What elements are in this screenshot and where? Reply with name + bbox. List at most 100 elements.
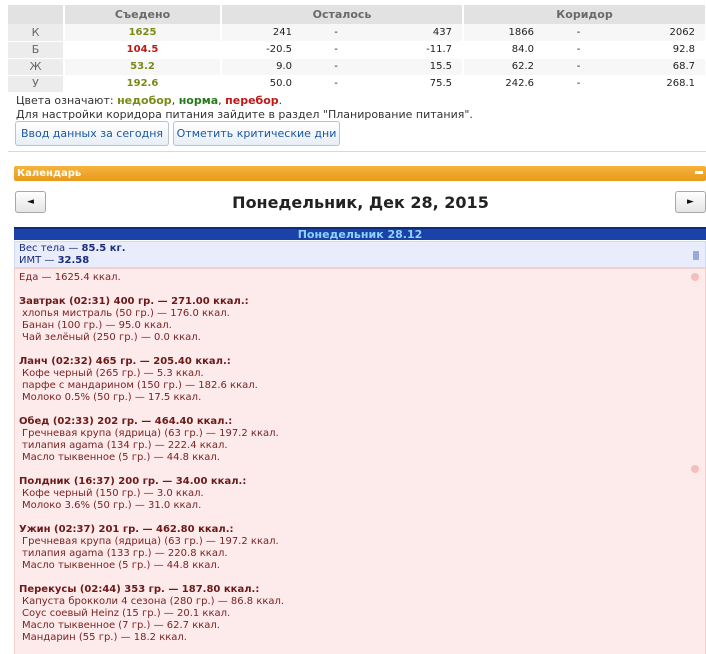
summary-eaten-value: 1625: [64, 24, 222, 42]
calendar-header: Календарь: [14, 166, 706, 181]
meal-item: Мандарин (55 гр.) — 18.2 ккал.: [22, 632, 187, 643]
left-high: -11.7: [426, 44, 452, 55]
bmi-value: 32.58: [57, 255, 90, 266]
summary-corridor-range: 242.6 - 268.1: [463, 75, 706, 93]
calendar-date-title: Понедельник, Дек 28, 2015: [232, 193, 489, 212]
food-log-box: Еда — 1625.4 ккал. Завтрак (02:31) 400 г…: [14, 268, 706, 654]
corridor-low: 84.0: [511, 44, 534, 55]
range-dash: -: [334, 26, 338, 38]
meal-title: Перекусы (02:44) 353 гр. — 187.80 ккал.:: [19, 584, 260, 595]
range-dash: -: [576, 26, 581, 38]
left-high: 437: [432, 26, 452, 38]
corridor-high: 92.8: [672, 44, 695, 55]
summary-corridor-range: 84.0 - 92.8: [463, 41, 706, 59]
summary-left-range: 50.0 - 75.5: [221, 75, 464, 93]
divider: [8, 151, 706, 157]
summary-row-letter: У: [8, 75, 65, 93]
summary-row-letter: К: [8, 24, 65, 42]
meal-item: Капуста брокколи 4 сезона (280 гр.) — 86…: [22, 596, 285, 607]
corridor-high: 268.1: [666, 78, 695, 89]
nutrition-summary-table: Съедено Осталось Коридор К 1625 241 - 437 186…: [8, 5, 706, 93]
summary-header-corridor: Коридор: [463, 5, 706, 24]
edit-icon[interactable]: [693, 251, 699, 260]
left-low: 241: [272, 26, 292, 38]
meal-block: Завтрак (02:31) 400 гр. — 271.00 ккал.: х…: [19, 296, 701, 344]
meal-item: Молоко 3.6% (50 гр.) — 31.0 ккал.: [22, 500, 202, 511]
left-low: 9.0: [276, 61, 292, 72]
range-dash: -: [334, 44, 338, 55]
corridor-low: 242.6: [505, 78, 534, 89]
range-dash: -: [334, 61, 338, 72]
meal-title: Обед (02:33) 202 гр. — 464.40 ккал.:: [19, 416, 233, 427]
legend-norm: норма: [178, 94, 219, 107]
legend-sep1: ,: [171, 94, 179, 107]
meal-item: тилапия agama (134 гр.) — 222.4 ккал.: [22, 440, 228, 451]
summary-row: У 192.6 50.0 - 75.5 242.6 - 268.1: [8, 75, 706, 93]
bmi-line: ИМТ — 32.58: [19, 255, 701, 267]
edit-icon[interactable]: [691, 465, 699, 473]
range-dash: -: [576, 44, 581, 55]
minimize-icon[interactable]: [695, 171, 703, 174]
summary-eaten-value: 104.5: [64, 41, 222, 59]
summary-header-left: Осталось: [221, 5, 464, 24]
meal-title: Завтрак (02:31) 400 гр. — 271.00 ккал.:: [19, 296, 249, 307]
summary-body: К 1625 241 - 437 1866 - 2062 Б 104.5 -20.5 - -11.7 84…: [8, 24, 706, 93]
next-day-button[interactable]: ►: [675, 191, 706, 213]
corridor-hint: Для настройки коридора питания зайдите в…: [16, 108, 473, 121]
summary-eaten-value: 192.6: [64, 75, 222, 93]
legend-suffix: .: [278, 94, 283, 107]
body-stats-box: Вес тела — 85.5 кг. ИМТ — 32.58: [14, 241, 706, 268]
meal-list: Завтрак (02:31) 400 гр. — 271.00 ккал.: х…: [19, 296, 701, 644]
meal-item: тилапия agama (133 гр.) — 220.8 ккал.: [22, 548, 228, 559]
meal-block: Ланч (02:32) 465 гр. — 205.40 ккал.: Кофе…: [19, 356, 701, 404]
summary-row: Б 104.5 -20.5 - -11.7 84.0 - 92.8: [8, 41, 706, 59]
left-low: -20.5: [266, 44, 292, 55]
arrow-right-icon: ►: [687, 197, 694, 207]
enter-today-button[interactable]: Ввод данных за сегодня: [15, 121, 169, 146]
arrow-left-icon: ◄: [27, 197, 34, 207]
range-dash: -: [576, 78, 581, 89]
summary-header-eaten: Съедено: [64, 5, 222, 24]
summary-left-range: 9.0 - 15.5: [221, 58, 464, 76]
weight-line: Вес тела — 85.5 кг.: [19, 243, 701, 255]
meal-block: Полдник (16:37) 200 гр. — 34.00 ккал.: Ко…: [19, 476, 701, 512]
legend-under: недобор: [117, 94, 172, 107]
bmi-label: ИМТ —: [19, 255, 58, 266]
edit-icon[interactable]: [691, 273, 699, 281]
mark-critical-days-button[interactable]: Отметить критические дни: [173, 121, 340, 146]
meal-item: Масло тыквенное (5 гр.) — 44.8 ккал.: [22, 560, 220, 571]
meal-block: Перекусы (02:44) 353 гр. — 187.80 ккал.:…: [19, 584, 701, 644]
meal-title: Полдник (16:37) 200 гр. — 34.00 ккал.:: [19, 476, 247, 487]
meal-block: Обед (02:33) 202 гр. — 464.40 ккал.: Греч…: [19, 416, 701, 464]
calendar-header-label: Календарь: [17, 168, 82, 179]
corridor-high: 2062: [669, 26, 695, 38]
meal-title: Ланч (02:32) 465 гр. — 205.40 ккал.:: [19, 356, 231, 367]
prev-day-button[interactable]: ◄: [15, 191, 46, 213]
left-low: 50.0: [269, 78, 292, 89]
meal-item: Кофе черный (150 гр.) — 3.0 ккал.: [22, 488, 204, 499]
meal-item: Гречневая крупа (ядрица) (63 гр.) — 197.…: [22, 536, 279, 547]
meal-item: Чай зелёный (250 гр.) — 0.0 ккал.: [22, 332, 201, 343]
meal-item: Гречневая крупа (ядрица) (63 гр.) — 197.…: [22, 428, 279, 439]
summary-eaten-value: 53.2: [64, 58, 222, 76]
corridor-low: 62.2: [511, 61, 534, 72]
legend-prefix: Цвета означают:: [16, 94, 118, 107]
range-dash: -: [334, 78, 338, 89]
weight-value: 85.5 кг.: [81, 243, 126, 254]
meal-item: Масло тыквенное (5 гр.) — 44.8 ккал.: [22, 452, 220, 463]
summary-left-range: -20.5 - -11.7: [221, 41, 464, 59]
summary-header-row: Съедено Осталось Коридор: [8, 5, 706, 24]
color-legend: Цвета означают: недобор, норма, перебор.: [16, 94, 282, 107]
summary-left-range: 241 - 437: [221, 24, 464, 42]
legend-over: перебор: [225, 94, 279, 107]
left-high: 75.5: [429, 78, 452, 89]
meal-item: парфе с мандарином (150 гр.) — 182.6 кка…: [22, 380, 258, 391]
summary-corridor-range: 1866 - 2062: [463, 24, 706, 42]
range-dash: -: [576, 61, 581, 72]
corridor-high: 68.7: [672, 61, 695, 72]
summary-row-letter: Б: [8, 41, 65, 59]
meal-item: Молоко 0.5% (50 гр.) — 17.5 ккал.: [22, 392, 202, 403]
meal-item: Кофе черный (265 гр.) — 5.3 ккал.: [22, 368, 204, 379]
day-bar: Понедельник 28.12: [14, 227, 706, 240]
food-total: Еда — 1625.4 ккал.: [19, 272, 121, 283]
